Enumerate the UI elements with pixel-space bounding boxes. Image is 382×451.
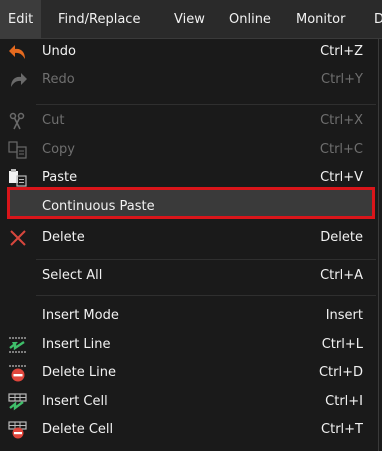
cut-icon <box>9 112 25 130</box>
menu-item-label: Paste <box>42 170 78 185</box>
menu-item-shortcut: Delete <box>320 230 363 245</box>
menu-item-label: Insert Cell <box>42 394 108 409</box>
menu-item-shortcut: Ctrl+Y <box>321 72 363 87</box>
delete-line-icon <box>9 365 26 382</box>
menu-item-label: Insert Line <box>42 337 111 352</box>
menu-item-label: Delete <box>42 230 85 245</box>
menu-item-shortcut: Ctrl+X <box>320 113 363 128</box>
menu-find-replace[interactable]: Find/Replace <box>58 0 140 39</box>
menu-item-copy[interactable]: Copy Ctrl+C <box>0 136 379 164</box>
menu-item-select-all[interactable]: Select All Ctrl+A <box>0 262 379 290</box>
menu-item-shortcut: Ctrl+Z <box>320 44 363 59</box>
menu-item-shortcut: Insert <box>325 308 363 323</box>
menu-online[interactable]: Online <box>229 0 271 39</box>
menu-item-shortcut: Ctrl+V <box>320 170 363 185</box>
menu-item-label: Cut <box>42 113 65 128</box>
menu-item-shortcut: Ctrl+T <box>321 422 363 437</box>
menu-item-label: Copy <box>42 142 75 157</box>
insert-cell-icon <box>8 393 27 411</box>
delete-cell-icon <box>8 421 27 439</box>
menu-item-shortcut: Ctrl+A <box>320 268 363 283</box>
menu-item-paste[interactable]: Paste Ctrl+V <box>0 164 379 192</box>
menu-item-label: Insert Mode <box>42 308 119 323</box>
menu-item-undo[interactable]: Undo Ctrl+Z <box>0 38 379 66</box>
menu-d[interactable]: D <box>374 0 382 39</box>
menu-separator <box>36 295 376 296</box>
menu-item-label: Undo <box>42 44 76 59</box>
copy-icon <box>8 141 27 159</box>
menu-item-label: Select All <box>42 268 103 283</box>
menu-item-label: Delete Cell <box>42 422 114 437</box>
redo-icon <box>11 73 27 87</box>
paste-icon <box>9 169 27 187</box>
menu-item-insert-cell[interactable]: Insert Cell Ctrl+I <box>0 388 379 416</box>
menu-bar: Edit Find/Replace View Online Monitor D <box>0 0 382 39</box>
menu-item-insert-mode[interactable]: Insert Mode Insert <box>0 302 379 330</box>
menu-item-shortcut: Ctrl+L <box>321 337 363 352</box>
menu-item-insert-line[interactable]: Insert Line Ctrl+L <box>0 331 379 359</box>
menu-item-label: Delete Line <box>42 365 116 380</box>
menu-item-continuous-paste[interactable]: Continuous Paste <box>0 193 379 221</box>
menu-view[interactable]: View <box>174 0 205 39</box>
menu-item-delete-line[interactable]: Delete Line Ctrl+D <box>0 359 379 387</box>
undo-icon <box>9 45 25 59</box>
menu-item-label: Continuous Paste <box>42 199 155 214</box>
menu-item-delete-cell[interactable]: Delete Cell Ctrl+T <box>0 416 379 444</box>
menu-item-shortcut: Ctrl+D <box>318 365 363 380</box>
menu-item-label: Redo <box>42 72 75 87</box>
menu-item-cut[interactable]: Cut Ctrl+X <box>0 107 379 135</box>
insert-line-icon <box>9 337 26 353</box>
menu-separator <box>36 104 376 105</box>
menu-edit[interactable]: Edit <box>0 0 42 39</box>
menu-separator <box>36 259 376 260</box>
menu-item-delete[interactable]: Delete Delete <box>0 224 379 252</box>
menu-item-shortcut: Ctrl+I <box>325 394 363 409</box>
menu-item-redo[interactable]: Redo Ctrl+Y <box>0 66 379 94</box>
menu-item-shortcut: Ctrl+C <box>319 142 363 157</box>
menu-monitor[interactable]: Monitor <box>296 0 345 39</box>
delete-x-icon <box>10 230 26 246</box>
